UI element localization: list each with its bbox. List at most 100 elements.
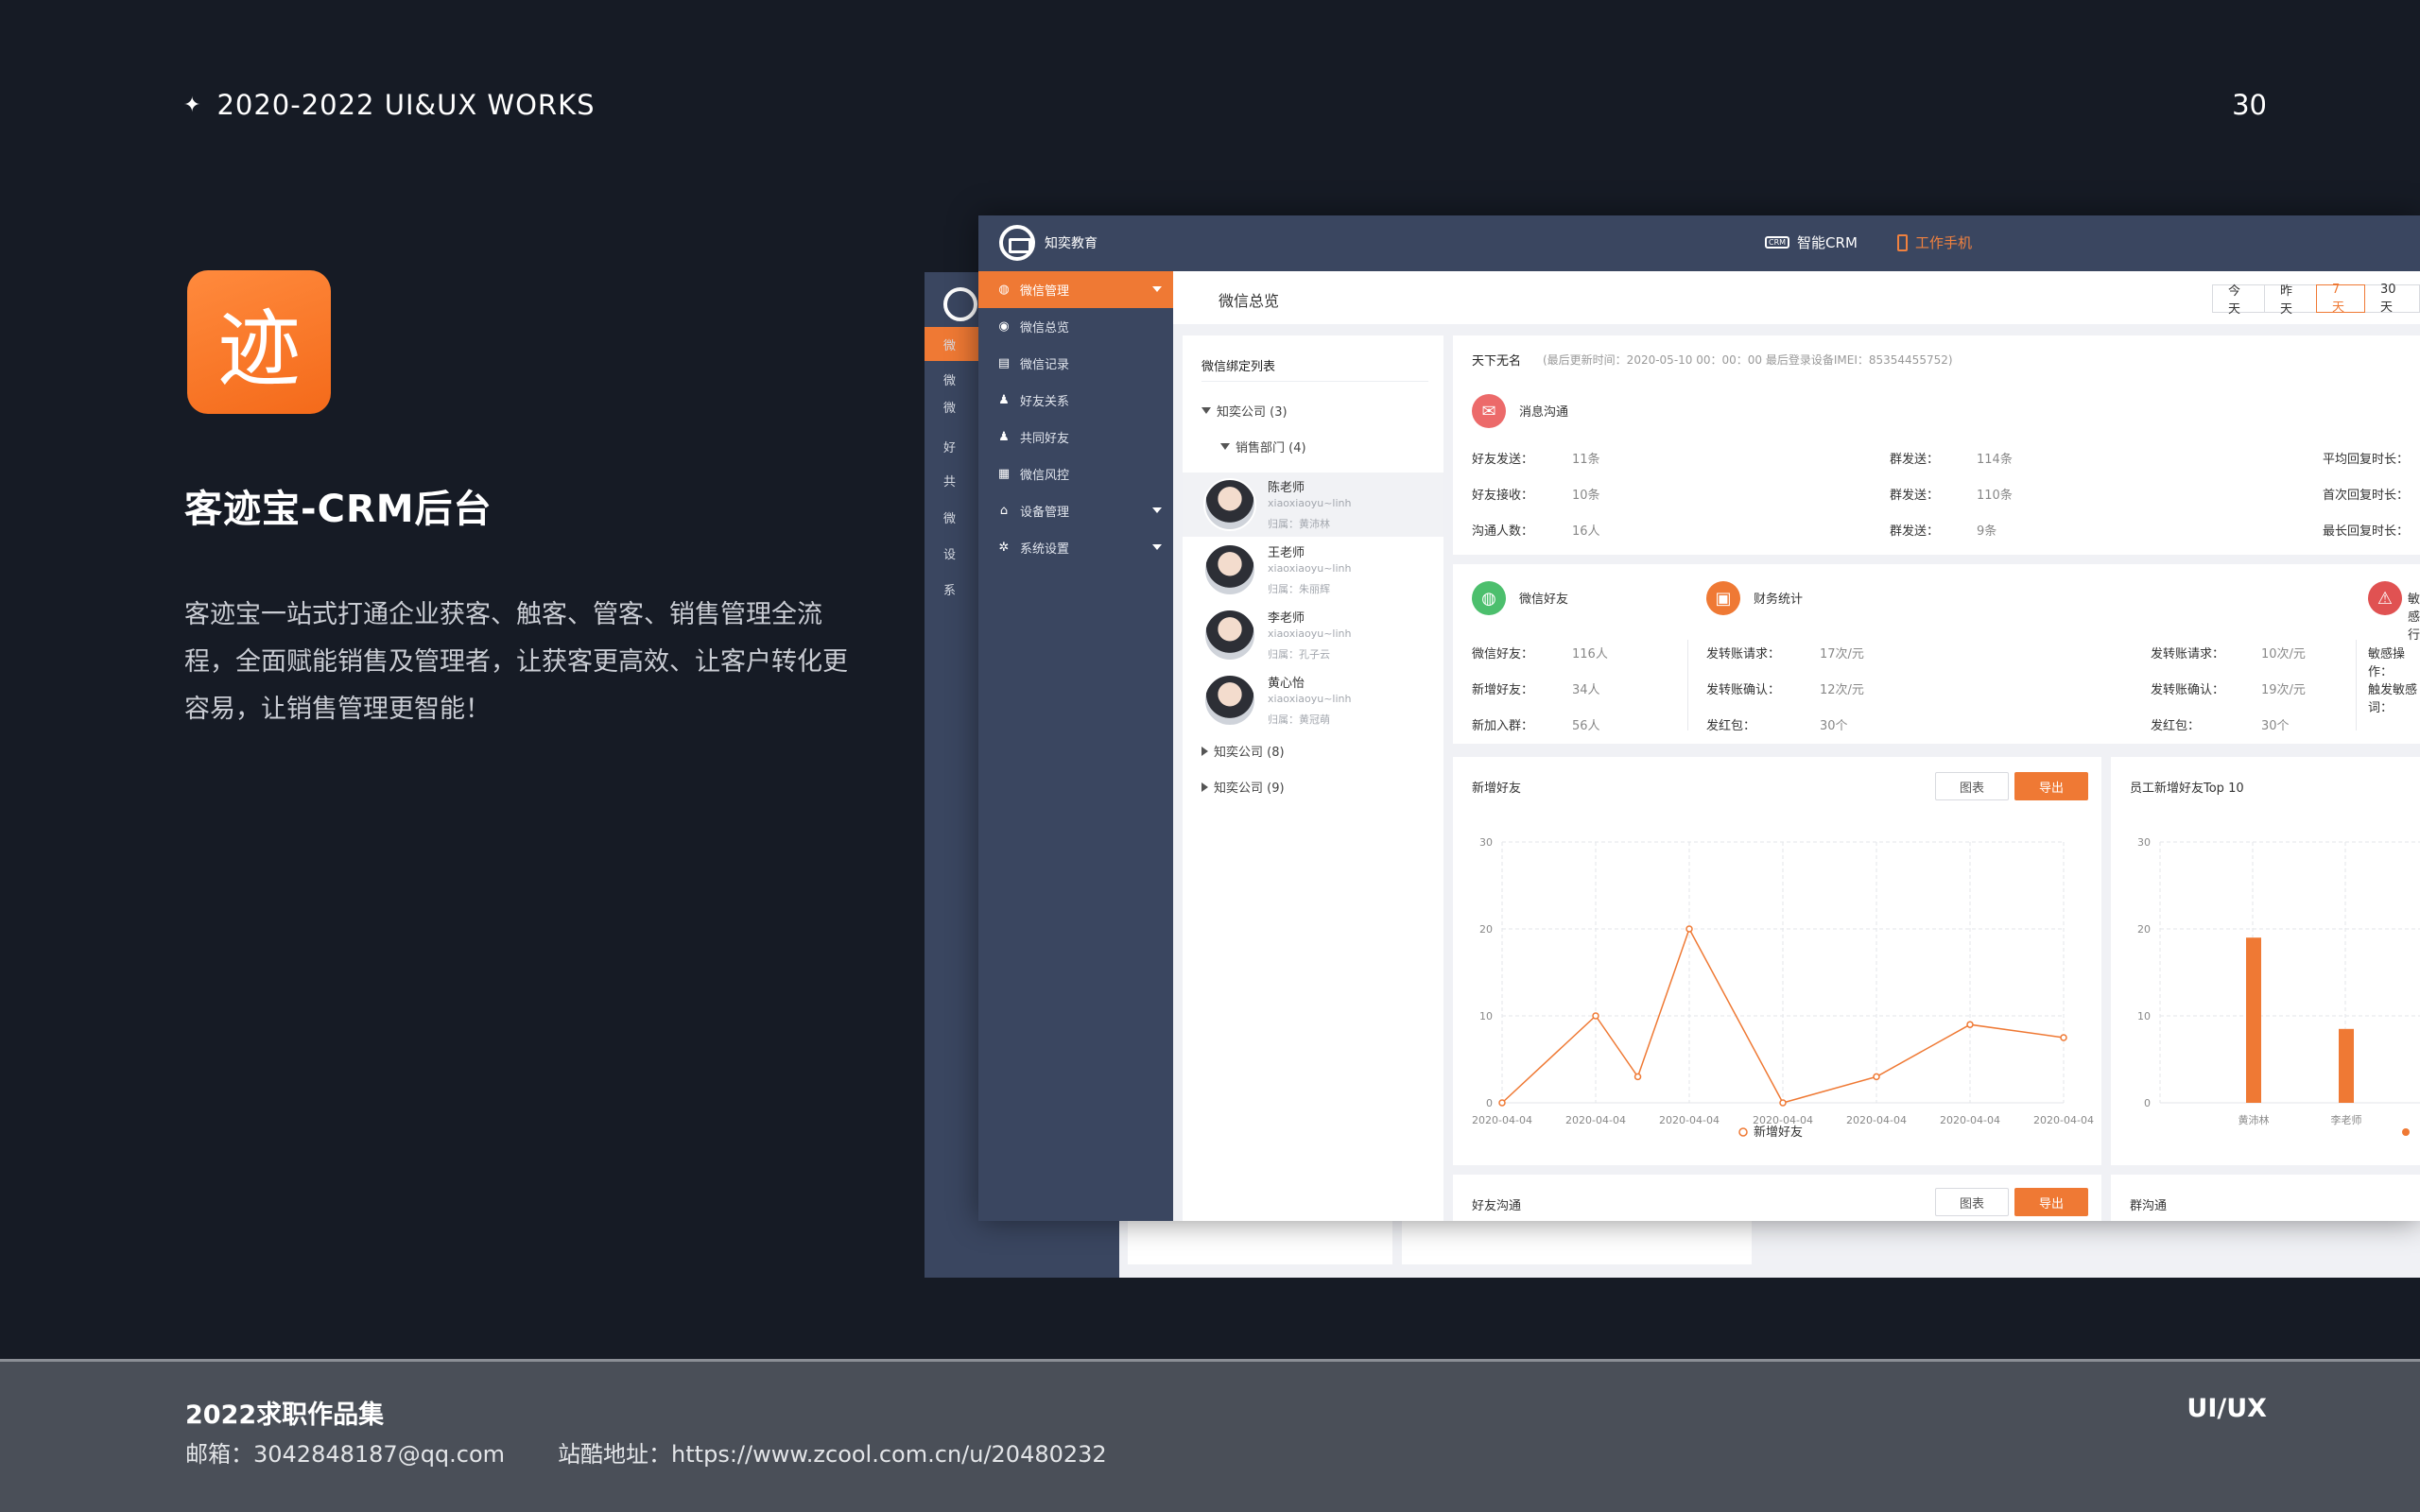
document-icon: ▤ (997, 356, 1011, 370)
data-point (1873, 1073, 1880, 1081)
stat-cell: 好友接收： (1472, 489, 1534, 503)
sidebar-item-label: 好友关系 (1020, 395, 1070, 409)
stat-cell: 首次回复时长： (2323, 489, 2410, 503)
back-sidebar-item: 系 (943, 583, 957, 598)
footer-tag: UI/UX (2187, 1394, 2267, 1423)
stat-label: 发转账请求： (1706, 647, 1781, 662)
top-bar: 知奕教育 CRM 智能CRM 工作手机 (978, 215, 2420, 271)
person-name: 李老师 (1268, 611, 1305, 626)
stat-value: 34人 (1572, 683, 1600, 697)
footer-site[interactable]: 站酷地址：https://www.zcool.com.cn/u/20480232 (558, 1435, 1107, 1469)
x-tick-label: 黄沛林 (2238, 1113, 2270, 1126)
tree-company-label: 知奕公司 (8) (1214, 746, 1285, 760)
sidebar-item-label: 微信风控 (1020, 469, 1070, 483)
page-header: 微信总览 今天 昨天 7天 30天 (1173, 271, 2420, 324)
users-icon: ♟ (998, 430, 1010, 444)
brand[interactable]: 知奕教育 (999, 225, 1098, 261)
avatar (1203, 543, 1256, 596)
device-icon: ⌂ (999, 504, 1009, 518)
tree-company-1[interactable]: 知奕公司 (3) (1201, 402, 1288, 420)
stat-cell: 群发送： (1890, 489, 1940, 503)
chevron-down-icon (1152, 544, 1162, 550)
range-tab[interactable]: 昨天 (2264, 284, 2317, 317)
person-name: 黄心怡 (1268, 677, 1305, 691)
account-meta: (最后更新时间：2020-05-10 00：00：00 最后登录设备IMEI：8… (1543, 353, 1953, 367)
sensitive-title: 敏感行 (2408, 593, 2420, 643)
sidebar-item[interactable]: ♟ 好友关系 (978, 382, 1173, 419)
tree-person[interactable]: 陈老师 xiaoxiaoyu~linh 归属：黄沛林 (1183, 472, 1443, 537)
warning-icon: ⚠ (2368, 581, 2402, 615)
shield-doc-icon: ▦ (997, 467, 1011, 481)
person-owner: 归属：黄冠萌 (1268, 713, 1330, 726)
tree-person[interactable]: 王老师 xiaoxiaoyu~linh 归属：朱丽辉 (1183, 538, 1443, 602)
project-title: 客迹宝-CRM后台 (184, 488, 493, 531)
range-tab[interactable]: 今天 (2212, 284, 2265, 317)
data-point (1966, 1021, 1974, 1028)
data-point (1779, 1099, 1787, 1107)
nav-smart-crm[interactable]: CRM 智能CRM (1765, 232, 1858, 252)
page-title: 微信总览 (1219, 292, 1280, 310)
user-icon: ♟ (998, 393, 1010, 407)
expand-right-icon (1201, 782, 1208, 792)
footer-email[interactable]: 邮箱：3042848187@qq.com (185, 1435, 505, 1469)
brand-name: 知奕教育 (1045, 236, 1098, 251)
wallet-icon: ▣ (1706, 581, 1740, 615)
stat-cell: 群发送： (1890, 453, 1940, 467)
range-tab[interactable]: 30天 (2364, 283, 2420, 315)
crm-icon: CRM (1765, 236, 1790, 249)
main-content: 微信总览 今天 昨天 7天 30天 微信绑定列表 知奕公司 (3) 销售部门 (4) … (1173, 271, 2420, 1221)
chart-view-button[interactable]: 图表 (1935, 1188, 2009, 1216)
sidebar-item-label: 共同好友 (1020, 432, 1070, 446)
stat-cell: 10条 (1572, 489, 1600, 503)
header-text: ✦ 2020-2022 UI&UX WORKS (183, 89, 596, 121)
data-point (1592, 1012, 1599, 1020)
nav-work-phone[interactable]: 工作手机 (1897, 232, 1972, 252)
avatar (1203, 609, 1256, 662)
bar (2246, 937, 2261, 1103)
person-owner: 归属：黄沛林 (1268, 518, 1330, 530)
x-tick-label: 2020-04-04 (1659, 1114, 1720, 1126)
chevron-down-icon (1152, 286, 1162, 292)
sidebar-item[interactable]: ♟ 共同好友 (978, 419, 1173, 455)
top10-chart-card: 员工新增好友Top 10 0 10 20 30 黄沛林 李老师 (2111, 757, 2420, 1165)
chevron-down-icon (1152, 507, 1162, 513)
sidebar-item[interactable]: ✲ 系统设置 (978, 529, 1173, 566)
stat-label: 新加入群： (1472, 719, 1534, 733)
back-sidebar-item: 设 (943, 547, 957, 562)
tree-person[interactable]: 黄心怡 xiaoxiaoyu~linh 归属：黄冠萌 (1183, 668, 1443, 732)
y-tick-label: 30 (2137, 836, 2151, 849)
tree-company-2[interactable]: 知奕公司 (8) (1201, 742, 1285, 760)
stat-label: 发转账确认： (2151, 683, 2225, 697)
range-tab[interactable]: 7天 (2316, 283, 2365, 315)
legend-label: 新增好友 (1754, 1125, 1803, 1140)
tree-dept[interactable]: 销售部门 (4) (1220, 438, 1306, 455)
y-tick-label: 10 (1479, 1010, 1493, 1022)
stat-label: 发红包： (2151, 719, 2201, 733)
phone-icon (1897, 233, 1908, 251)
stat-cell: 110条 (1977, 489, 2013, 503)
sidebar-item-label: 系统设置 (1020, 542, 1070, 557)
y-tick-label: 10 (2137, 1010, 2151, 1022)
export-button[interactable]: 导出 (2014, 1188, 2088, 1216)
stat-cell: 沟通人数： (1472, 524, 1534, 539)
friend-chat-title: 好友沟通 (1472, 1199, 1522, 1213)
brand-logo-icon (999, 225, 1035, 261)
sidebar-item[interactable]: ◍ 微信管理 (978, 271, 1173, 308)
sidebar-item[interactable]: ▦ 微信风控 (978, 455, 1173, 492)
person-name: 陈老师 (1268, 481, 1305, 495)
sidebar-item[interactable]: ▤ 微信记录 (978, 345, 1173, 382)
sidebar-item[interactable]: ◉ 微信总览 (978, 308, 1173, 345)
x-tick-label: 2020-04-04 (1940, 1114, 2000, 1126)
sidebar-item[interactable]: ⌂ 设备管理 (978, 492, 1173, 529)
person-name: 王老师 (1268, 546, 1305, 560)
tree-person[interactable]: 李老师 xiaoxiaoyu~linh 归属：孔子云 (1183, 603, 1443, 667)
person-owner: 归属：朱丽辉 (1268, 583, 1330, 595)
y-tick-label: 20 (2137, 923, 2151, 936)
x-tick-label: 2020-04-04 (1846, 1114, 1907, 1126)
y-tick-label: 20 (1479, 923, 1493, 936)
tree-company-3[interactable]: 知奕公司 (9) (1201, 778, 1285, 796)
stat-label: 发红包： (1706, 719, 1756, 733)
stat-cell: 114条 (1977, 453, 2013, 467)
sidebar-item-label: 微信总览 (1020, 321, 1070, 335)
sidebar-item-label: 微信管理 (1020, 284, 1070, 299)
